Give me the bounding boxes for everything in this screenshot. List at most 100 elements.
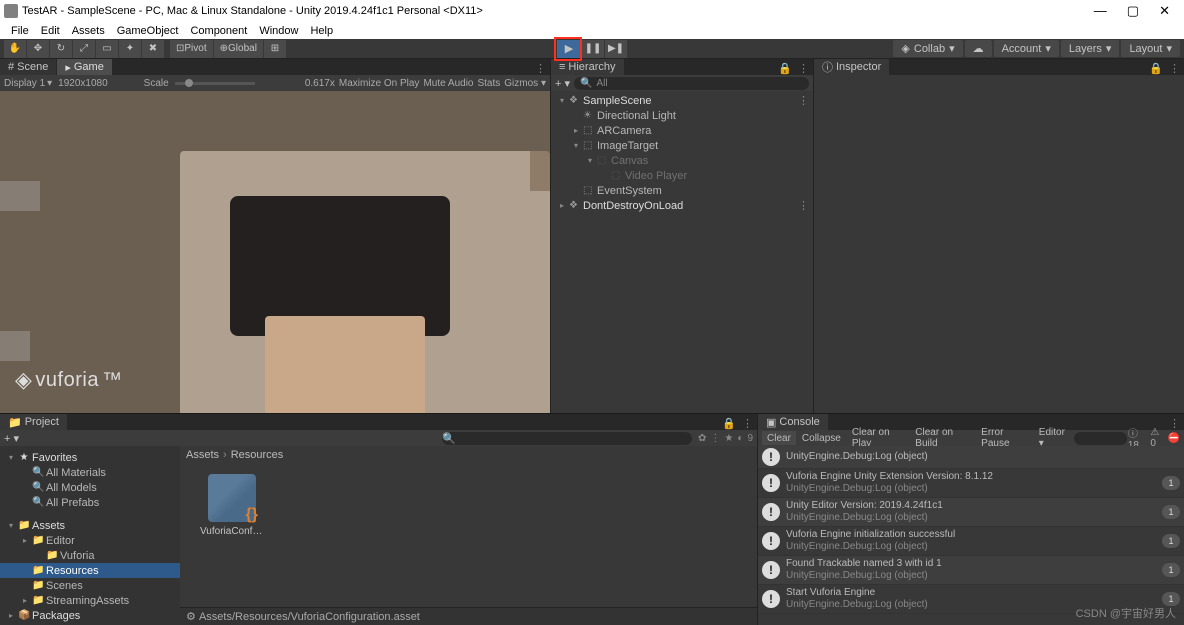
pause-button[interactable]: ❚❚ bbox=[582, 40, 604, 58]
project-filter-button[interactable]: ★ bbox=[724, 433, 733, 444]
hierarchy-canvas[interactable]: ▾⬚Canvas bbox=[551, 153, 813, 168]
project-tab[interactable]: 📁 Project bbox=[0, 414, 67, 430]
collab-dropdown[interactable]: ◈ Collab ▾ bbox=[893, 40, 962, 57]
project-tree-packages[interactable]: ▸📦Packages bbox=[0, 608, 180, 623]
hierarchy-eventsystem[interactable]: ⬚EventSystem bbox=[551, 183, 813, 198]
account-dropdown[interactable]: Account ▾ bbox=[994, 40, 1059, 57]
console-collapse-button[interactable]: Collapse bbox=[797, 431, 846, 445]
menu-gameobject[interactable]: GameObject bbox=[112, 25, 184, 37]
cloud-button[interactable]: ☁ bbox=[965, 40, 992, 57]
project-tree-all-prefabs[interactable]: 🔍All Prefabs bbox=[0, 495, 180, 510]
rotate-tool[interactable]: ↻ bbox=[50, 40, 72, 58]
hierarchy-lock-icon[interactable]: 🔒 bbox=[778, 62, 792, 75]
project-tree-vuforia[interactable]: 📁Vuforia bbox=[0, 548, 180, 563]
hierarchy-directional-light[interactable]: ☀Directional Light bbox=[551, 108, 813, 123]
breadcrumb[interactable]: Assets›Resources bbox=[180, 446, 757, 464]
project-tree-all-materials[interactable]: 🔍All Materials bbox=[0, 465, 180, 480]
project-tree-all-models[interactable]: 🔍All Models bbox=[0, 480, 180, 495]
console-tab[interactable]: ▣ Console bbox=[758, 414, 828, 430]
project-tree-favorites[interactable]: ▾★Favorites bbox=[0, 450, 180, 465]
console-clear-button[interactable]: Clear bbox=[762, 431, 796, 445]
snap-toggle[interactable]: ⊞ bbox=[264, 40, 286, 58]
asset-vuforia-configuration[interactable]: VuforiaConfigurat... bbox=[200, 474, 264, 537]
console-log-row[interactable]: !Vuforia Engine initialization successfu… bbox=[758, 527, 1184, 556]
hierarchy-tab[interactable]: ≡ Hierarchy bbox=[551, 59, 624, 75]
close-button[interactable]: ✕ bbox=[1159, 3, 1170, 19]
project-lock-icon[interactable]: 🔒 bbox=[722, 417, 736, 430]
menu-edit[interactable]: Edit bbox=[36, 25, 65, 37]
project-tree-resources[interactable]: 📁Resources bbox=[0, 563, 180, 578]
layers-dropdown[interactable]: Layers ▾ bbox=[1061, 40, 1120, 57]
menu-assets[interactable]: Assets bbox=[67, 25, 110, 37]
console-log-row[interactable]: !Found Trackable named 3 with id 1UnityE… bbox=[758, 556, 1184, 585]
hierarchy-arcamera[interactable]: ▸⬚ARCamera bbox=[551, 123, 813, 138]
scale-slider[interactable] bbox=[175, 82, 255, 85]
info-icon: ! bbox=[762, 590, 780, 608]
game-view: vuforia™ bbox=[0, 91, 550, 413]
console-clear-button[interactable]: Clear on Play bbox=[847, 431, 909, 445]
menu-component[interactable]: Component bbox=[185, 25, 252, 37]
console-log-row[interactable]: !Unity Editor Version: 2019.4.24f1c1Unit… bbox=[758, 498, 1184, 527]
scale-tool[interactable]: ⤢ bbox=[73, 40, 95, 58]
project-filter-button[interactable]: 9 bbox=[747, 433, 753, 444]
maximize-on-play[interactable]: Maximize On Play bbox=[339, 78, 420, 89]
step-button[interactable]: ▶❚ bbox=[605, 40, 627, 58]
hand-tool[interactable]: ✋ bbox=[4, 40, 26, 58]
hierarchy-options-icon[interactable]: ⋮ bbox=[798, 62, 809, 75]
global-toggle[interactable]: ⊕ Global bbox=[214, 40, 263, 58]
hierarchy-search[interactable]: 🔍 All bbox=[574, 77, 809, 90]
gizmos-dropdown[interactable]: Gizmos ▾ bbox=[504, 78, 546, 89]
main-toolbar: ✋ ✥ ↻ ⤢ ▭ ✦ ✖ ⊡ Pivot ⊕ Global ⊞ ▶ ❚❚ ▶❚… bbox=[0, 39, 1184, 59]
scene-tab[interactable]: # Scene bbox=[0, 59, 56, 75]
project-tree-scenes[interactable]: 📁Scenes bbox=[0, 578, 180, 593]
error-count-icon[interactable]: ⛔ bbox=[1168, 433, 1180, 444]
game-tab[interactable]: ▸ Game bbox=[57, 59, 112, 75]
hierarchy-samplescene[interactable]: ▾❖SampleScene⋮ bbox=[551, 93, 813, 108]
console-clear-button[interactable]: Clear on Build bbox=[910, 431, 975, 445]
menu-file[interactable]: File bbox=[6, 25, 34, 37]
layout-dropdown[interactable]: Layout ▾ bbox=[1121, 40, 1180, 57]
menubar: FileEditAssetsGameObjectComponentWindowH… bbox=[0, 22, 1184, 39]
hierarchy-video-player[interactable]: ⬚Video Player bbox=[551, 168, 813, 183]
console-search[interactable] bbox=[1074, 432, 1126, 445]
project-filter-button[interactable]: ◐ bbox=[737, 433, 743, 444]
pivot-toggle[interactable]: ⊡ Pivot bbox=[170, 40, 213, 58]
rect-tool[interactable]: ▭ bbox=[96, 40, 118, 58]
inspector-lock-icon[interactable]: 🔒 bbox=[1149, 62, 1163, 75]
project-add-button[interactable]: + ▾ bbox=[4, 432, 19, 445]
app-icon bbox=[4, 4, 18, 18]
tab-options-icon[interactable]: ⋮ bbox=[535, 62, 546, 75]
resolution-dropdown[interactable]: 1920x1080 bbox=[58, 78, 108, 89]
move-tool[interactable]: ✥ bbox=[27, 40, 49, 58]
hierarchy-dontdestroyonload[interactable]: ▸❖DontDestroyOnLoad⋮ bbox=[551, 198, 813, 213]
hierarchy-imagetarget[interactable]: ▾⬚ImageTarget bbox=[551, 138, 813, 153]
display-dropdown[interactable]: Display 1 ▾ bbox=[4, 78, 52, 89]
console-error-button[interactable]: Error Pause bbox=[976, 431, 1033, 445]
project-tree-editor[interactable]: ▸📁Editor bbox=[0, 533, 180, 548]
watermark: CSDN @宇宙好男人 bbox=[1076, 605, 1176, 621]
custom-tool[interactable]: ✖ bbox=[142, 40, 164, 58]
inspector-tab[interactable]: ⓘ Inspector bbox=[814, 59, 889, 75]
menu-help[interactable]: Help bbox=[305, 25, 338, 37]
scriptable-object-icon bbox=[208, 474, 256, 522]
transform-tool[interactable]: ✦ bbox=[119, 40, 141, 58]
console-editor-button[interactable]: Editor ▾ bbox=[1034, 431, 1074, 445]
project-filter-button[interactable]: ⋮ bbox=[710, 433, 720, 444]
console-log-row[interactable]: !UnityEngine.Debug:Log (object) bbox=[758, 446, 1184, 469]
project-tree-assets[interactable]: ▾📁Assets bbox=[0, 518, 180, 533]
hierarchy-add-button[interactable]: + ▾ bbox=[555, 77, 570, 90]
minimize-button[interactable]: — bbox=[1094, 3, 1107, 19]
inspector-options-icon[interactable]: ⋮ bbox=[1169, 62, 1180, 75]
project-filter-button[interactable]: ✿ bbox=[698, 433, 706, 444]
play-button[interactable]: ▶ bbox=[557, 40, 581, 58]
project-options-icon[interactable]: ⋮ bbox=[742, 417, 753, 430]
console-log-row[interactable]: !Vuforia Engine Unity Extension Version:… bbox=[758, 469, 1184, 498]
stats-toggle[interactable]: Stats bbox=[477, 78, 500, 89]
mute-audio[interactable]: Mute Audio bbox=[423, 78, 473, 89]
project-tree-streamingassets[interactable]: ▸📁StreamingAssets bbox=[0, 593, 180, 608]
maximize-button[interactable]: ▢ bbox=[1127, 3, 1139, 19]
scale-value: 0.617x bbox=[305, 78, 335, 89]
menu-window[interactable]: Window bbox=[254, 25, 303, 37]
info-icon: ! bbox=[762, 474, 780, 492]
project-search[interactable]: 🔍 bbox=[442, 432, 692, 445]
